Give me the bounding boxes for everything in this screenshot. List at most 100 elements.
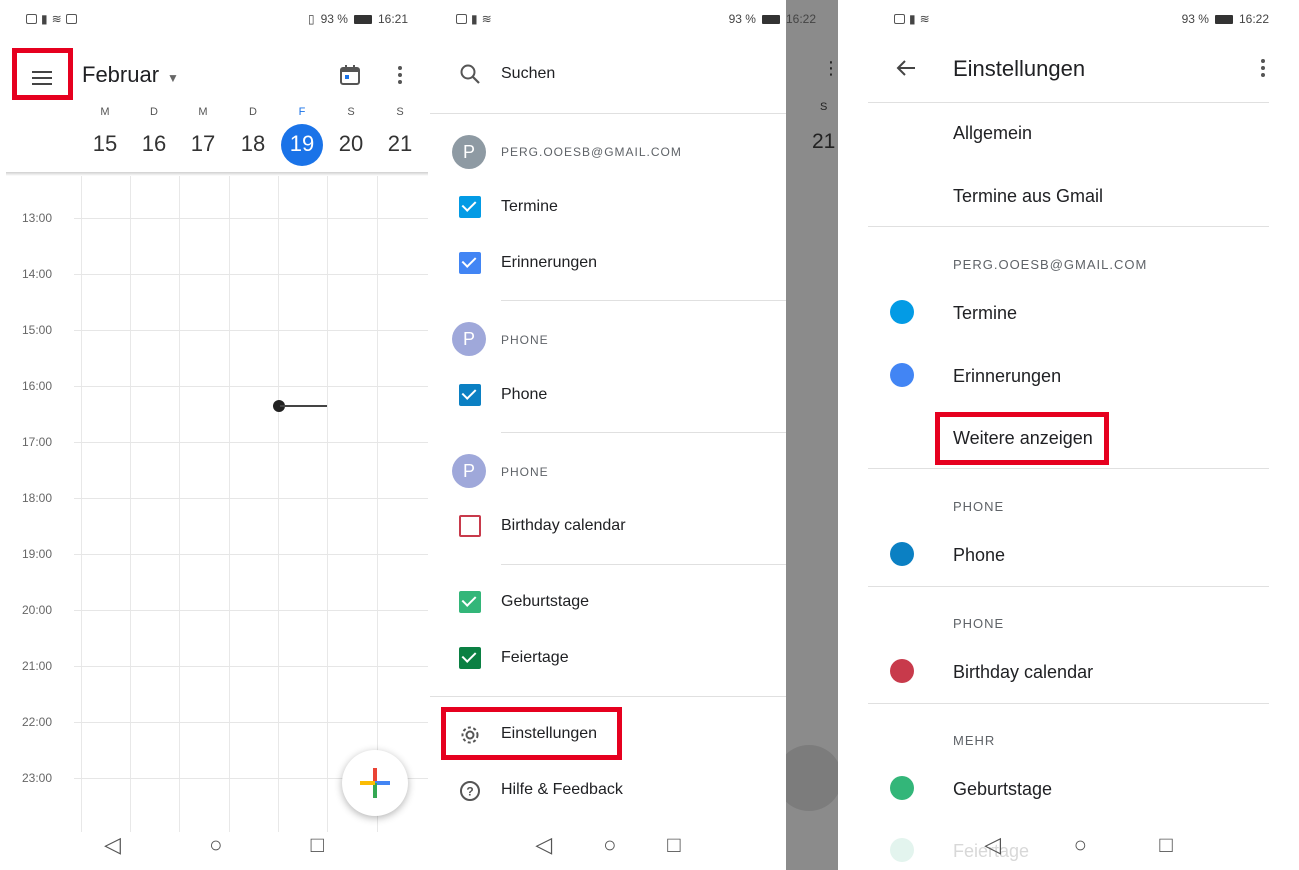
- settings-calendar-geburtstage[interactable]: Geburtstage: [953, 779, 1052, 800]
- weekday-label: S: [347, 106, 355, 118]
- calendar-toggle-phone[interactable]: Phone: [430, 375, 786, 415]
- battery-percent: 93 %: [728, 12, 756, 26]
- system-nav-bar: ◁ ○ □: [0, 820, 428, 870]
- system-nav-bar: ◁ ○ □: [868, 820, 1299, 870]
- checkbox-icon[interactable]: [459, 384, 481, 406]
- help-label: Hilfe & Feedback: [501, 781, 623, 798]
- calendar-label: Feiertage: [501, 649, 569, 666]
- home-icon[interactable]: ○: [209, 832, 222, 858]
- svg-text:?: ?: [466, 785, 473, 799]
- calendar-color-dot: [890, 659, 914, 683]
- phone-header: PHONE: [501, 465, 549, 479]
- behind-more-icon: ⋮: [822, 58, 838, 78]
- weekday-label: M: [100, 106, 110, 118]
- calendar-color-dot: [890, 363, 914, 387]
- calendar-toggle-birthday[interactable]: Birthday calendar: [430, 506, 786, 546]
- weekday-label: S: [396, 106, 404, 118]
- navigation-drawer: ▮ ≋ 93 % 16:22 Suchen P PERG.OOESB@GMAIL…: [430, 0, 816, 870]
- status-bar: ▮ ≋ 93 % 16:22: [868, 12, 1299, 32]
- phone-avatar: P: [452, 322, 486, 356]
- day-number[interactable]: 20: [330, 131, 372, 157]
- more-vert-icon[interactable]: [390, 63, 410, 87]
- calendar-toggle-feiertage[interactable]: Feiertage: [430, 638, 786, 678]
- calendar-label: Geburtstage: [501, 593, 590, 610]
- recents-icon[interactable]: □: [311, 832, 324, 858]
- settings-general[interactable]: Allgemein: [953, 123, 1032, 144]
- back-icon[interactable]: ◁: [535, 832, 552, 858]
- day-number-today[interactable]: 19: [281, 131, 323, 157]
- calendar-color-dot: [890, 300, 914, 324]
- calendar-toggle-geburtstage[interactable]: Geburtstage: [430, 582, 786, 622]
- calendar-label: Phone: [501, 386, 548, 403]
- calendar-today-icon[interactable]: [338, 63, 362, 87]
- more-header: MEHR: [953, 733, 996, 748]
- phone-header: PHONE: [953, 616, 1005, 631]
- settings-calendar-phone[interactable]: Phone: [953, 545, 1005, 566]
- signal-icon: ▮: [41, 12, 48, 26]
- settings-calendar-birthday[interactable]: Birthday calendar: [953, 662, 1093, 683]
- calendar-label: Birthday calendar: [501, 517, 626, 534]
- hour-label: 23:00: [22, 771, 53, 785]
- back-icon[interactable]: ◁: [104, 832, 121, 858]
- day-number[interactable]: 17: [182, 131, 224, 157]
- day-number[interactable]: 15: [84, 131, 126, 157]
- checkbox-icon[interactable]: [459, 515, 481, 537]
- weekday-label: M: [198, 106, 208, 118]
- help-item[interactable]: ? Hilfe & Feedback: [430, 770, 786, 810]
- hour-label: 17:00: [22, 435, 53, 449]
- checkbox-icon[interactable]: [459, 591, 481, 613]
- battery-icon: [353, 14, 372, 24]
- day-number[interactable]: 16: [133, 131, 175, 157]
- calendar-toggle-erinnerungen[interactable]: Erinnerungen: [430, 243, 786, 283]
- wifi-icon: ≋: [51, 12, 62, 26]
- settings-calendar-termine[interactable]: Termine: [953, 303, 1017, 324]
- hour-label: 19:00: [22, 547, 53, 561]
- drawer-scrim[interactable]: S 21 ⋮: [776, 0, 838, 870]
- behind-day-number: 21: [812, 130, 836, 153]
- behind-day-header: S: [820, 101, 828, 113]
- checkbox-icon[interactable]: [459, 647, 481, 669]
- home-icon[interactable]: ○: [1074, 832, 1087, 858]
- plus-icon: [360, 768, 390, 798]
- settings-gmail-events[interactable]: Termine aus Gmail: [953, 186, 1103, 207]
- phone-header: PHONE: [501, 333, 549, 347]
- search-item[interactable]: Suchen: [430, 55, 786, 95]
- day-number[interactable]: 18: [232, 131, 274, 157]
- status-time: 16:21: [377, 12, 408, 26]
- checkbox-icon[interactable]: [459, 252, 481, 274]
- calendar-label: Erinnerungen: [501, 254, 598, 271]
- calendar-color-dot: [890, 776, 914, 800]
- hour-label: 14:00: [22, 267, 53, 281]
- page-title: Einstellungen: [953, 56, 1086, 81]
- search-icon: [460, 64, 480, 84]
- battery-percent: 93 %: [320, 12, 348, 26]
- more-vert-icon[interactable]: [1253, 56, 1273, 80]
- volte-icon: [26, 14, 37, 24]
- header-shadow: [6, 172, 428, 176]
- weekday-label: D: [150, 106, 158, 118]
- calendar-label: Termine: [501, 198, 558, 215]
- calendar-toggle-termine[interactable]: Termine: [430, 187, 786, 227]
- caret-down-icon: ▼: [167, 71, 179, 85]
- back-arrow-icon[interactable]: [895, 57, 917, 79]
- vibrate-icon: ▯: [308, 12, 315, 26]
- recents-icon[interactable]: □: [1159, 832, 1172, 858]
- account-header: PERG.OOESB@GMAIL.COM: [953, 257, 1148, 272]
- status-bar: ▮ ≋ 93 % 16:22: [430, 12, 816, 32]
- month-label: Februar: [82, 62, 160, 87]
- notification-icon: [65, 14, 77, 24]
- settings-panel: ▮ ≋ 93 % 16:22 Einstellungen Allgemein T…: [868, 0, 1299, 870]
- system-nav-bar: ◁ ○ □: [430, 820, 786, 870]
- day-number[interactable]: 21: [379, 131, 421, 157]
- volte-icon: [894, 14, 905, 24]
- checkbox-icon[interactable]: [459, 196, 481, 218]
- back-icon[interactable]: ◁: [984, 832, 1001, 858]
- create-event-button[interactable]: [342, 750, 408, 816]
- hour-label: 16:00: [22, 379, 53, 393]
- home-icon[interactable]: ○: [603, 832, 616, 858]
- recents-icon[interactable]: □: [667, 832, 680, 858]
- settings-calendar-erinnerungen[interactable]: Erinnerungen: [953, 366, 1061, 387]
- phone-avatar: P: [452, 454, 486, 488]
- month-selector[interactable]: Februar ▼: [82, 62, 179, 88]
- hour-label: 13:00: [22, 211, 53, 225]
